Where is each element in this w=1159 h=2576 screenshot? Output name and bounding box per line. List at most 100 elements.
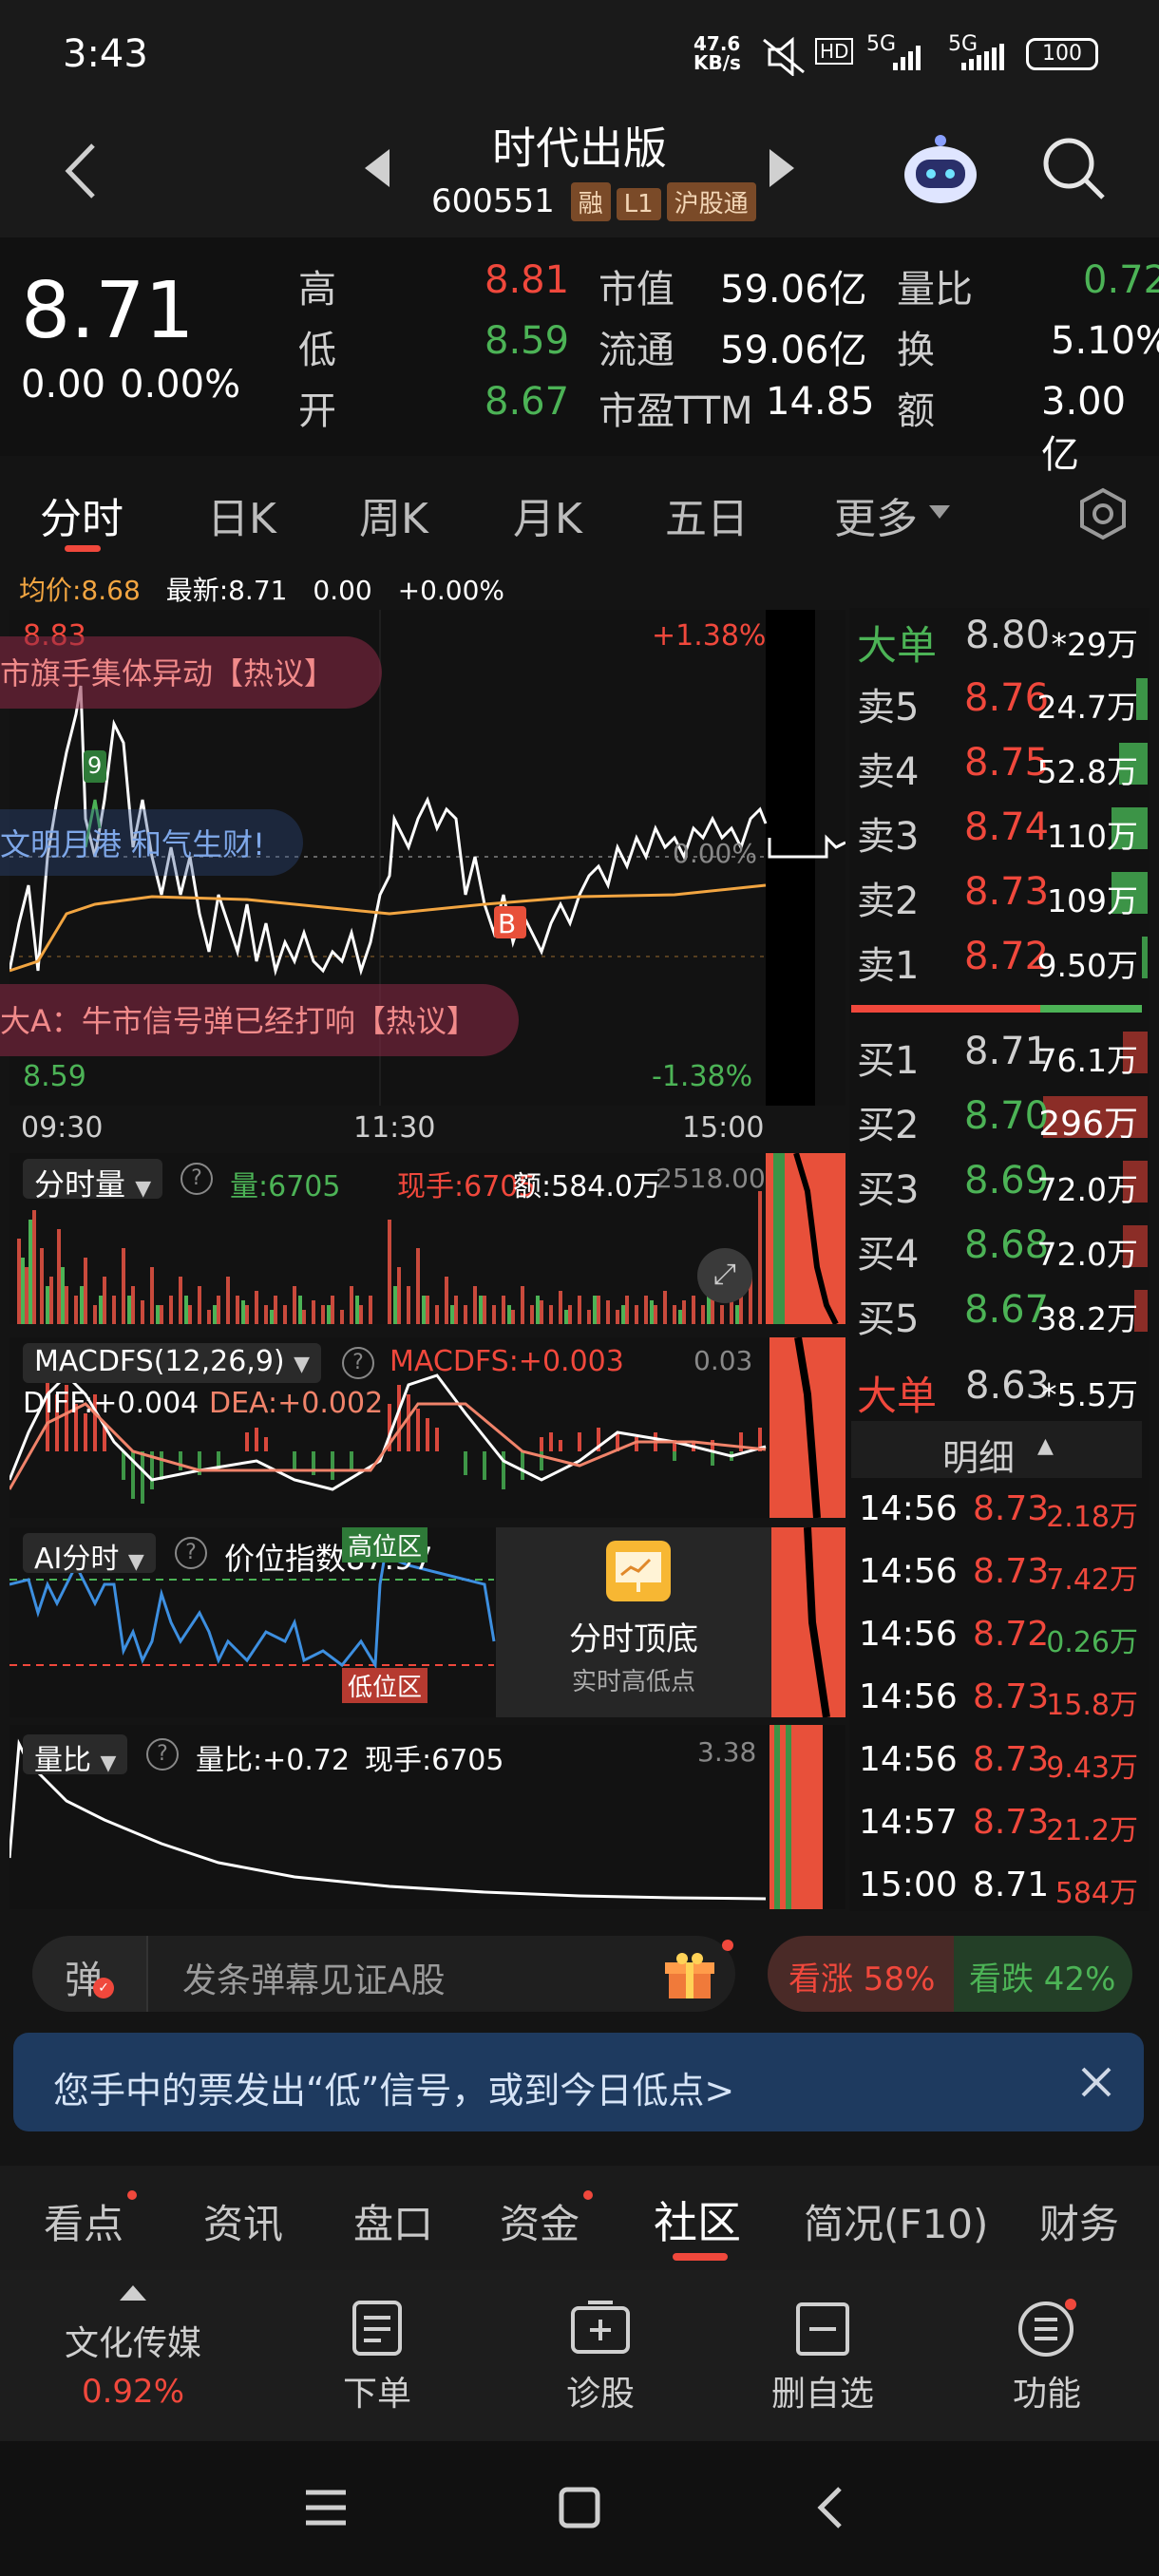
tab-month-k[interactable]: 月K <box>513 484 582 545</box>
ask-row-5[interactable]: 卖5 8.76 24.7万 <box>855 671 1146 729</box>
stock-code-row: 600551 融 L1 沪股通 <box>431 182 756 221</box>
tab-minute[interactable]: 分时 <box>40 484 124 545</box>
tab-week-k[interactable]: 周K <box>359 484 428 545</box>
tab-profile[interactable]: 简况(F10) <box>804 2192 988 2250</box>
time-axis-mid: 11:30 <box>353 1111 436 1145</box>
stock-name: 时代出版 <box>492 123 667 174</box>
back-icon[interactable] <box>57 138 104 204</box>
bid-row-5[interactable]: 买5 8.67 38.2万 <box>855 1282 1146 1341</box>
hot-banner-2[interactable]: 文明月港 和气生财! <box>0 809 304 876</box>
dea-value: DEA:+0.002 <box>209 1387 384 1420</box>
alert-text[interactable]: 您手中的票发出“低”信号，或到今日低点> <box>53 2061 734 2113</box>
prev-stock-icon[interactable] <box>361 147 393 189</box>
tab-news[interactable]: 资讯 <box>203 2192 283 2250</box>
ask-row-2[interactable]: 卖2 8.73 109万 <box>855 864 1146 923</box>
tag-l1: L1 <box>616 188 661 220</box>
sentiment-bar[interactable]: 看涨 58% 看跌 42% <box>768 1936 1132 2012</box>
sector-button[interactable]: 文化传媒 0.92% <box>38 2270 228 2441</box>
volume-selector[interactable]: 分时量 ▼ <box>23 1159 163 1203</box>
tab-day-k[interactable]: 日K <box>207 484 276 545</box>
functions-button[interactable]: 功能 <box>952 2299 1142 2415</box>
volume-help-icon[interactable]: ? <box>180 1163 213 1195</box>
active-tab-indicator <box>65 545 101 552</box>
bid-label: 买4 <box>857 1233 920 1277</box>
caret-up-icon <box>120 2285 146 2301</box>
remove-watchlist-label: 删自选 <box>770 2375 874 2414</box>
ratio-label: 量比 <box>34 1744 91 1777</box>
low-value: 8.59 <box>484 319 570 363</box>
detail-volume: 584万 <box>1054 1877 1138 1910</box>
open-label: 开 <box>298 389 336 433</box>
buy-marker[interactable]: B <box>498 908 516 939</box>
home-icon[interactable] <box>559 2487 600 2529</box>
danmaku-toggle[interactable]: 弹 ✓ <box>32 1936 148 2012</box>
settings-icon[interactable] <box>1075 486 1130 541</box>
volume-total: 量:6705 <box>230 1170 341 1203</box>
macd-panel[interactable]: MACDFS(12,26,9) ▼ ? MACDFS:+0.003 0.03 D… <box>10 1337 846 1518</box>
volume-panel[interactable]: 分时量 ▼ ? 量:6705 现手:6705 额:584.0万 2518.00 … <box>10 1153 846 1324</box>
tab-community[interactable]: 社区 <box>654 2188 741 2251</box>
latest-price: 最新:8.71 <box>165 575 288 606</box>
minute-chart[interactable]: B 9 8.83 +1.38% 0.00% 8.59 -1.38% 市旗手集体异… <box>0 610 846 1106</box>
comment-bar[interactable]: 弹 ✓ 发条弹幕见证A股 <box>32 1936 735 2012</box>
tab-highlights[interactable]: 看点 <box>44 2192 124 2250</box>
comment-input[interactable]: 发条弹幕见证A股 <box>182 1953 446 2002</box>
ratio-panel[interactable]: 量比 ▼ ? 量比:+0.72 现手:6705 3.38 <box>10 1725 846 1909</box>
bid-row-4[interactable]: 买4 8.68 72.0万 <box>855 1218 1146 1277</box>
bid-volume: 296万 <box>1038 1105 1138 1144</box>
bearish-label: 看跌 42% <box>969 1960 1116 1998</box>
bid-row-2[interactable]: 买2 8.70 296万 <box>855 1089 1146 1147</box>
diff-value: DIFF:+0.004 <box>23 1387 200 1420</box>
ratio-selector[interactable]: 量比 ▼ <box>23 1734 128 1777</box>
ask-price: 8.74 <box>964 805 1050 849</box>
tab-funds[interactable]: 资金 <box>500 2192 580 2250</box>
ratio-help-icon[interactable]: ? <box>146 1738 179 1771</box>
ai-help-icon[interactable]: ? <box>175 1537 207 1569</box>
bid-row-1[interactable]: 买1 8.71 76.1万 <box>855 1024 1146 1083</box>
ai-panel[interactable]: AI分时 ▼ ? 价位指数87.97 高位区 低位区 分时顶底 实时高低点 <box>10 1527 846 1717</box>
gift-icon[interactable] <box>663 1951 716 2000</box>
hot-banner-1[interactable]: 市旗手集体异动【热议】 <box>0 636 383 709</box>
close-icon[interactable] <box>1077 2063 1115 2101</box>
signal-icon-a <box>893 46 921 70</box>
recent-apps-icon[interactable] <box>304 2489 348 2527</box>
hot-banner-3[interactable]: 大A：牛市信号弹已经打响【热议】 <box>0 984 519 1056</box>
tab-finance[interactable]: 财务 <box>1039 2192 1119 2250</box>
macd-help-icon[interactable]: ? <box>342 1347 374 1379</box>
detail-volume: 0.26万 <box>1046 1626 1138 1659</box>
ask-volume: 9.50万 <box>1036 947 1138 984</box>
bearish-button[interactable]: 看跌 42% <box>954 1936 1132 2012</box>
detail-row: 14:56 8.73 9.43万 <box>855 1729 1146 1791</box>
tab-more[interactable]: 更多 <box>834 484 918 545</box>
robot-assistant-icon[interactable] <box>901 131 980 207</box>
search-icon[interactable] <box>1040 135 1107 203</box>
order-button[interactable]: 下单 <box>282 2299 472 2415</box>
diagnose-button[interactable]: 诊股 <box>505 2299 695 2415</box>
ai-high-zone: 高位区 <box>342 1527 428 1563</box>
bullish-button[interactable]: 看涨 58% <box>768 1936 954 2012</box>
remove-watchlist-button[interactable]: 删自选 <box>728 2299 918 2415</box>
details-header[interactable]: 明细 ▲ <box>851 1421 1142 1479</box>
big-buy-label: 大单 <box>857 1373 938 1419</box>
tab-market[interactable]: 盘口 <box>353 2192 433 2250</box>
ask-row-4[interactable]: 卖4 8.75 52.8万 <box>855 735 1146 794</box>
bid-label: 买3 <box>857 1168 920 1212</box>
ask-row-1[interactable]: 卖1 8.72 9.50万 <box>855 929 1146 988</box>
bid-volume: 72.0万 <box>1036 1171 1138 1208</box>
ai-selector[interactable]: AI分时 ▼ <box>23 1533 156 1576</box>
macd-selector[interactable]: MACDFS(12,26,9) ▼ <box>23 1343 322 1383</box>
vol-ratio-label: 量比 <box>897 268 973 312</box>
ai-card[interactable]: 分时顶底 实时高低点 <box>496 1527 771 1717</box>
back-nav-icon[interactable] <box>813 2485 846 2530</box>
fullscreen-icon[interactable]: ⤢ <box>697 1248 752 1303</box>
high-label: 高 <box>298 268 336 312</box>
details-title: 明细 <box>942 1437 1016 1479</box>
detail-time: 14:56 <box>859 1615 958 1654</box>
ask-row-3[interactable]: 卖3 8.74 110万 <box>855 800 1146 859</box>
big-buy-volume: *5.5万 <box>1041 1376 1138 1413</box>
tab-five-day[interactable]: 五日 <box>665 484 749 545</box>
signal-alert[interactable]: 您手中的票发出“低”信号，或到今日低点> <box>13 2033 1144 2131</box>
pe-label: 市盈TTM <box>598 389 753 433</box>
next-stock-icon[interactable] <box>766 147 798 189</box>
bid-row-3[interactable]: 买3 8.69 72.0万 <box>855 1153 1146 1212</box>
